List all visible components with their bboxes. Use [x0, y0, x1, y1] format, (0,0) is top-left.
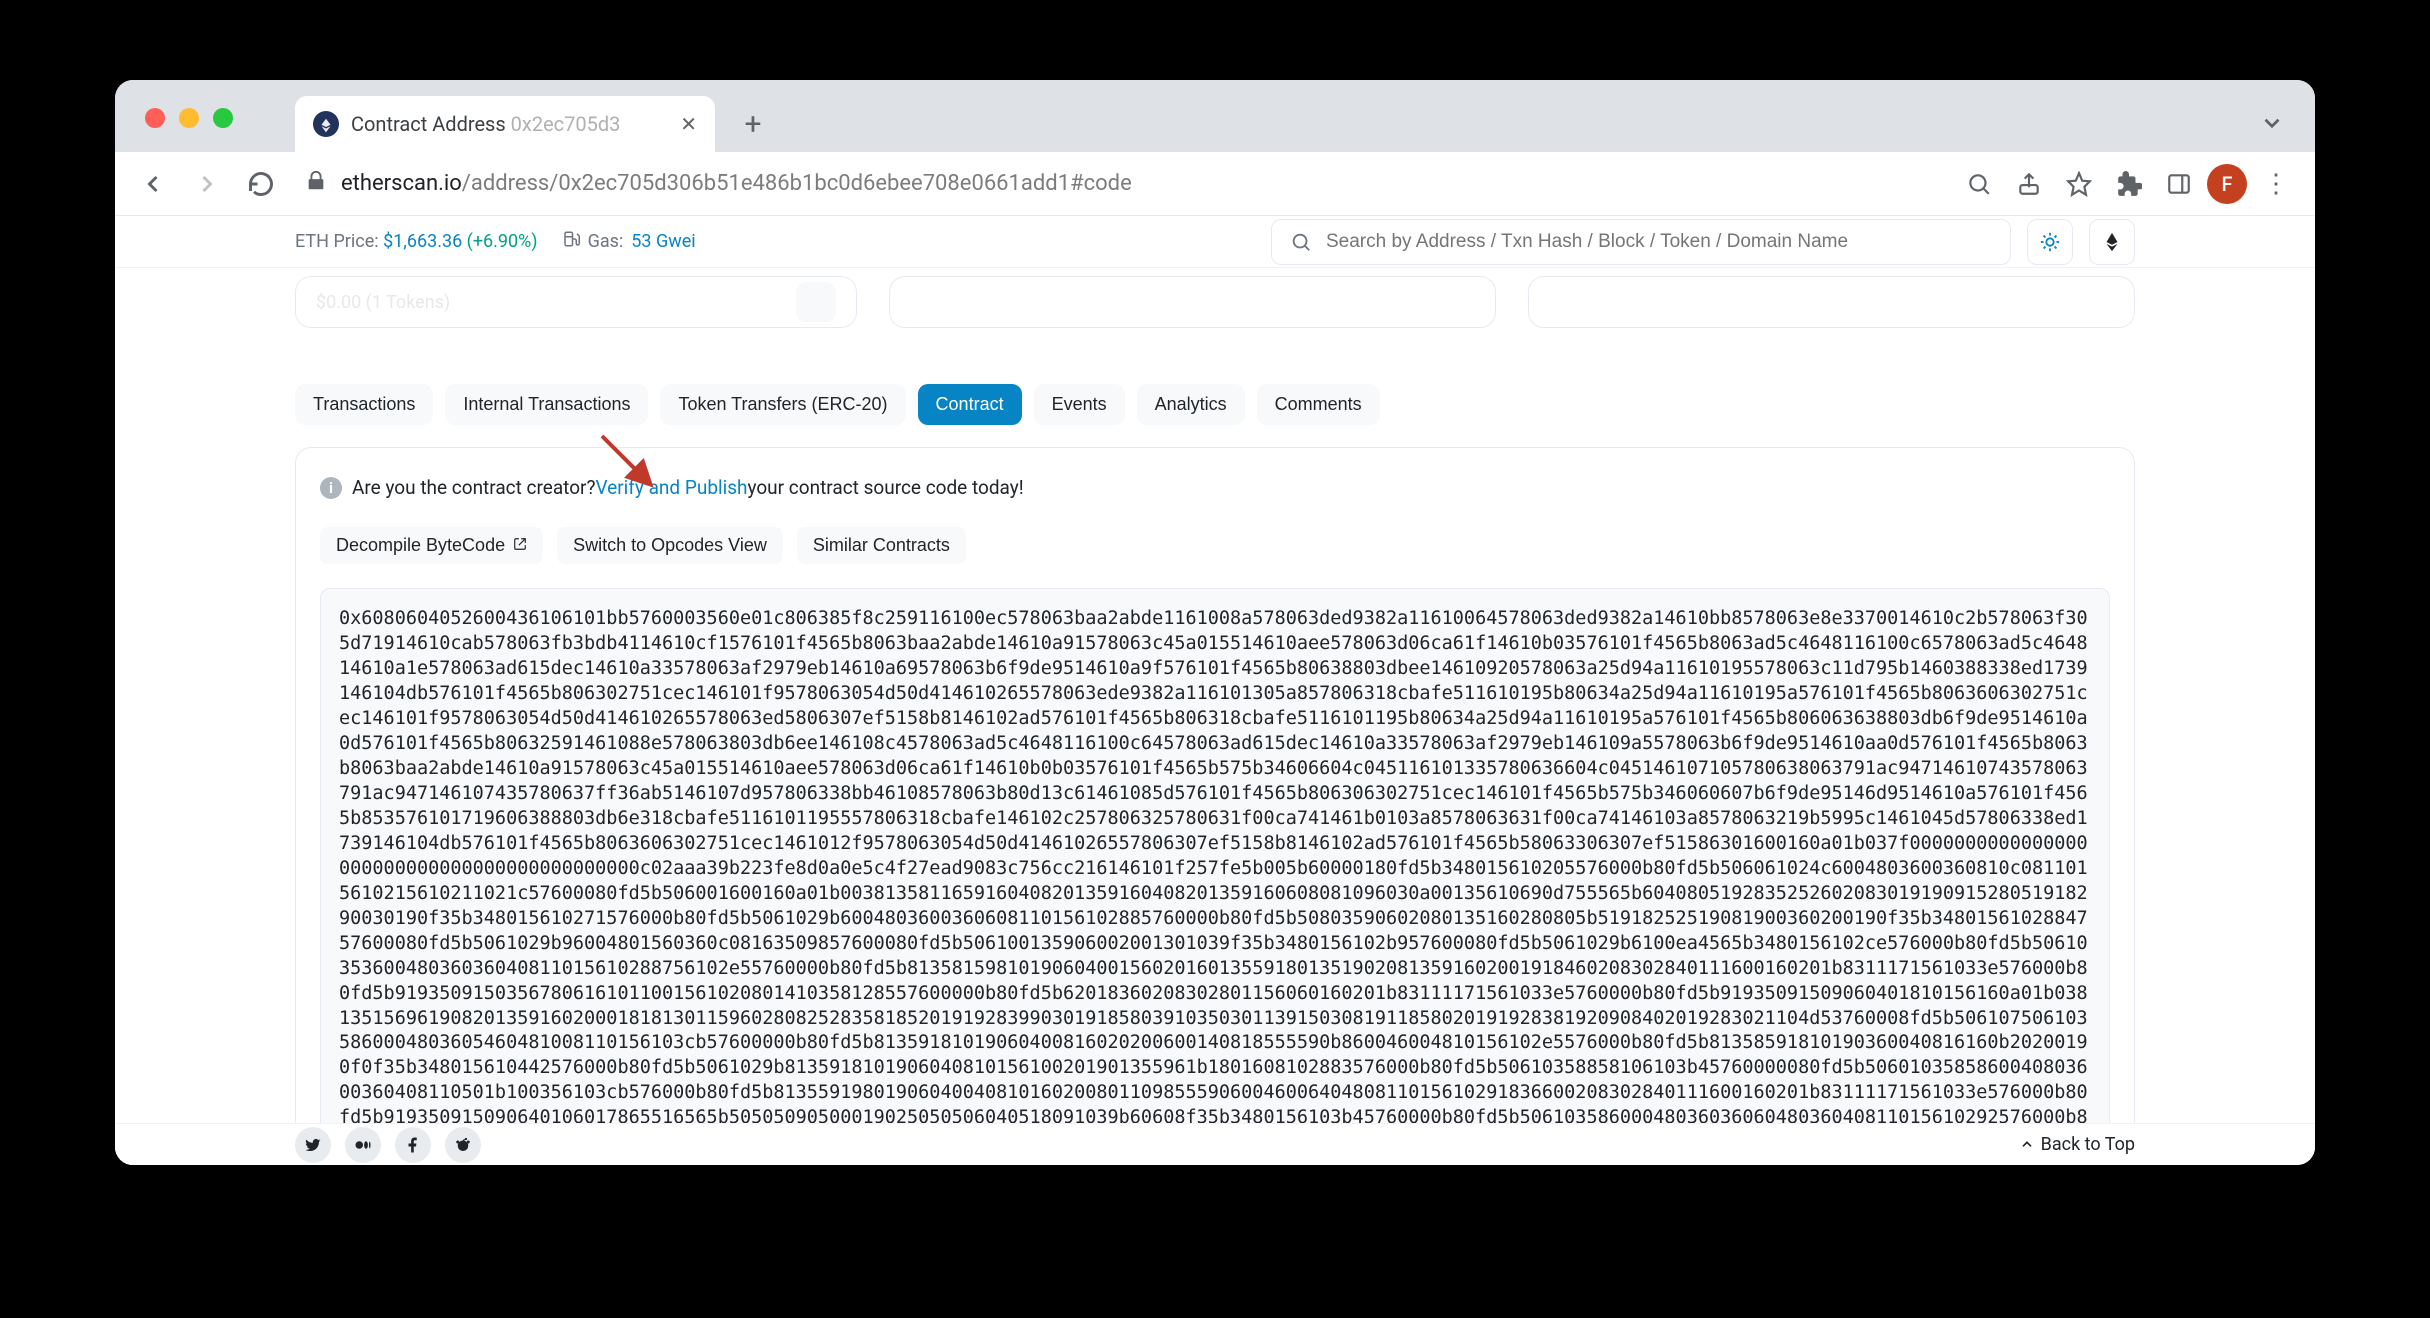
reload-button[interactable]	[239, 162, 283, 206]
back-to-top-button[interactable]: Back to Top	[2019, 1134, 2135, 1155]
share-icon[interactable]	[2007, 162, 2051, 206]
search-box[interactable]	[1271, 219, 2011, 265]
browser-menu-icon[interactable]: ⋮	[2253, 169, 2299, 199]
forward-button[interactable]	[185, 162, 229, 206]
verify-publish-link[interactable]: Verify and Publish	[595, 476, 747, 499]
theme-toggle-button[interactable]	[2027, 219, 2073, 265]
bookmark-star-icon[interactable]	[2057, 162, 2101, 206]
decompile-button[interactable]: Decompile ByteCode	[320, 527, 543, 564]
window-controls	[145, 108, 233, 128]
address-bar: etherscan.io/address/0x2ec705d306b51e486…	[115, 152, 2315, 216]
eth-price-label: ETH Price:	[295, 231, 383, 252]
browser-tab[interactable]: Contract Address 0x2ec705d3 ✕	[295, 96, 715, 152]
more-info-panel	[889, 276, 1496, 328]
tab-comments[interactable]: Comments	[1257, 384, 1380, 425]
eth-price-value[interactable]: $1,663.36	[383, 231, 462, 252]
new-tab-button[interactable]: +	[731, 102, 775, 146]
browser-window: Contract Address 0x2ec705d3 ✕ + ethersca…	[115, 80, 2315, 1165]
profile-avatar[interactable]: F	[2207, 164, 2247, 204]
arrow-up-icon	[2019, 1137, 2035, 1153]
tab-token-transfers[interactable]: Token Transfers (ERC-20)	[660, 384, 905, 425]
address-bar-icons: F ⋮	[1957, 162, 2299, 206]
maximize-window-button[interactable]	[213, 108, 233, 128]
url-field[interactable]: etherscan.io/address/0x2ec705d306b51e486…	[293, 170, 1947, 198]
reddit-icon[interactable]	[445, 1127, 481, 1163]
page-footer: Back to Top	[115, 1123, 2315, 1165]
info-icon: i	[320, 477, 342, 499]
tab-analytics[interactable]: Analytics	[1137, 384, 1245, 425]
gas-label: Gas:	[588, 231, 624, 252]
close-window-button[interactable]	[145, 108, 165, 128]
tab-events[interactable]: Events	[1034, 384, 1125, 425]
facebook-icon[interactable]	[395, 1127, 431, 1163]
tab-contract[interactable]: Contract	[918, 384, 1022, 425]
tab-internal-transactions[interactable]: Internal Transactions	[445, 384, 648, 425]
tabs-dropdown-icon[interactable]	[2259, 110, 2285, 140]
search-icon	[1290, 231, 1312, 253]
url-path: /address/0x2ec705d306b51e486b1bc0d6ebee7…	[462, 171, 1132, 196]
page-content: ETH Price: $1,663.36 (+6.90%) Gas: 53 Gw…	[115, 216, 2315, 1165]
overview-panel: $0.00 (1 Tokens)	[295, 276, 857, 328]
verify-prompt: i Are you the contract creator? Verify a…	[320, 476, 2110, 499]
external-link-icon	[513, 535, 527, 556]
close-tab-icon[interactable]: ✕	[680, 112, 697, 136]
etherscan-favicon	[313, 111, 339, 137]
ethereum-network-button[interactable]	[2089, 219, 2135, 265]
bytecode-textarea[interactable]: 0x6080604052600436106101bb5760003560e01c…	[320, 588, 2110, 1165]
browser-tab-bar: Contract Address 0x2ec705d3 ✕ +	[115, 80, 2315, 152]
back-button[interactable]	[131, 162, 175, 206]
eth-info: ETH Price: $1,663.36 (+6.90%) Gas: 53 Gw…	[295, 230, 696, 253]
social-links	[295, 1127, 481, 1163]
top-strip: ETH Price: $1,663.36 (+6.90%) Gas: 53 Gw…	[115, 216, 2315, 268]
side-panel-icon[interactable]	[2157, 162, 2201, 206]
search-input[interactable]	[1326, 231, 1992, 253]
opcodes-button[interactable]: Switch to Opcodes View	[557, 527, 783, 564]
info-panels: $0.00 (1 Tokens)	[295, 276, 2135, 328]
lock-icon	[293, 170, 327, 198]
bytecode-text: 0x6080604052600436106101bb5760003560e01c…	[339, 608, 2088, 1165]
action-row: Decompile ByteCode Switch to Opcodes Vie…	[320, 527, 2110, 564]
tab-title: Contract Address 0x2ec705d3	[351, 112, 620, 136]
multi-chain-panel	[1528, 276, 2135, 328]
gas-pump-icon	[562, 230, 580, 253]
minimize-window-button[interactable]	[179, 108, 199, 128]
contract-panel: i Are you the contract creator? Verify a…	[295, 447, 2135, 1165]
tabs-row: Transactions Internal Transactions Token…	[295, 384, 2135, 425]
twitter-icon[interactable]	[295, 1127, 331, 1163]
extensions-icon[interactable]	[2107, 162, 2151, 206]
eth-price-change: (+6.90%)	[462, 231, 537, 252]
gas-value[interactable]: 53 Gwei	[631, 231, 695, 252]
copy-button[interactable]	[796, 282, 836, 322]
similar-contracts-button[interactable]: Similar Contracts	[797, 527, 966, 564]
tab-transactions[interactable]: Transactions	[295, 384, 433, 425]
token-holdings-value: $0.00 (1 Tokens)	[316, 292, 450, 313]
search-icon[interactable]	[1957, 162, 2001, 206]
medium-icon[interactable]	[345, 1127, 381, 1163]
url-domain: etherscan.io	[341, 171, 462, 196]
